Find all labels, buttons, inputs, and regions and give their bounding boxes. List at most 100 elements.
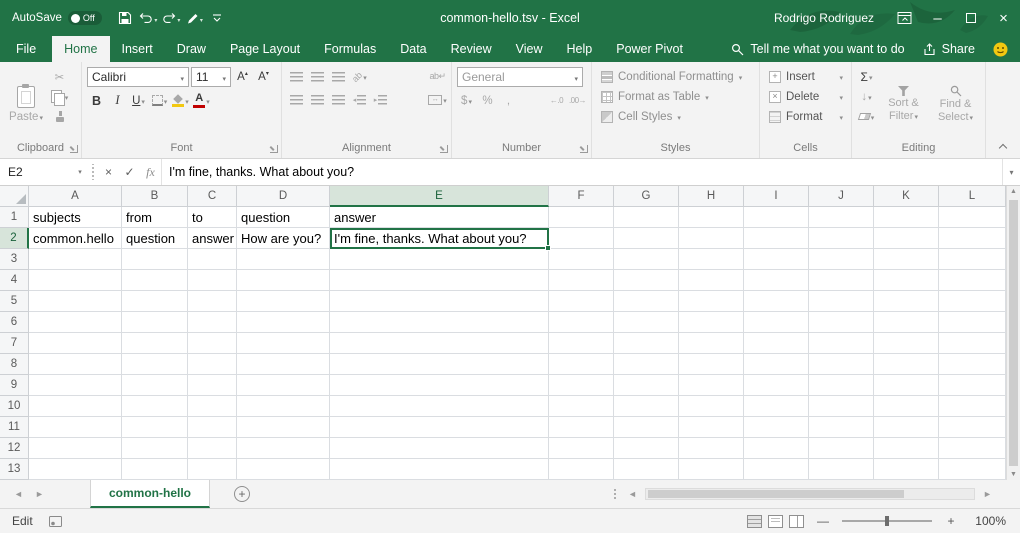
row-header-10[interactable]: 10 (0, 396, 29, 417)
row-header-5[interactable]: 5 (0, 291, 29, 312)
cell-B12[interactable] (122, 438, 188, 459)
sheet-nav-left-icon[interactable]: ◄ (8, 480, 29, 508)
cell-L9[interactable] (939, 375, 1006, 396)
row-header-2[interactable]: 2 (0, 228, 29, 249)
cell-E7[interactable] (330, 333, 549, 354)
cell-I2[interactable] (744, 228, 809, 249)
cell-B7[interactable] (122, 333, 188, 354)
cell-A8[interactable] (29, 354, 122, 375)
cell-styles-button[interactable]: Cell Styles (597, 107, 755, 126)
comma-style-button[interactable]: , (499, 91, 518, 110)
bold-button[interactable]: B (87, 91, 106, 110)
ribbon-tab-help[interactable]: Help (555, 36, 605, 62)
macro-record-icon[interactable] (49, 516, 62, 527)
cell-B3[interactable] (122, 249, 188, 270)
sheet-nav-right-icon[interactable]: ► (29, 480, 50, 508)
cell-K11[interactable] (874, 417, 939, 438)
customize-quick-access-toolbar-button[interactable] (206, 5, 229, 31)
cell-K7[interactable] (874, 333, 939, 354)
column-header-B[interactable]: B (122, 186, 188, 207)
cell-G1[interactable] (614, 207, 679, 228)
cell-J5[interactable] (809, 291, 874, 312)
name-box-dropdown-icon[interactable] (72, 168, 88, 176)
name-box[interactable]: E2 (0, 159, 88, 185)
feedback-smiley-icon[interactable] (993, 42, 1008, 57)
column-header-K[interactable]: K (874, 186, 939, 207)
align-center-button[interactable] (308, 90, 327, 109)
autosave-switch[interactable]: Off (68, 11, 102, 25)
accounting-format-button[interactable]: $ (457, 91, 476, 110)
formula-bar-splitter[interactable] (90, 164, 96, 180)
cell-A2[interactable]: common.hello (29, 228, 122, 249)
cell-D5[interactable] (237, 291, 330, 312)
ribbon-tab-formulas[interactable]: Formulas (312, 36, 388, 62)
cell-G6[interactable] (614, 312, 679, 333)
format-cells-button[interactable]: Format (765, 107, 847, 126)
copy-button[interactable] (50, 87, 69, 106)
cell-F11[interactable] (549, 417, 614, 438)
cell-E8[interactable] (330, 354, 549, 375)
align-left-button[interactable] (287, 90, 306, 109)
fill-color-button[interactable] (171, 91, 190, 110)
maximize-button[interactable] (954, 0, 987, 36)
cell-G11[interactable] (614, 417, 679, 438)
cell-E11[interactable] (330, 417, 549, 438)
cell-D9[interactable] (237, 375, 330, 396)
cell-K6[interactable] (874, 312, 939, 333)
row-header-3[interactable]: 3 (0, 249, 29, 270)
cell-C11[interactable] (188, 417, 237, 438)
save-button[interactable] (114, 5, 137, 31)
cell-H7[interactable] (679, 333, 744, 354)
decrease-font-size-button[interactable]: A (254, 68, 273, 87)
tell-me-box[interactable]: Tell me what you want to do (731, 42, 904, 56)
cell-J6[interactable] (809, 312, 874, 333)
column-header-C[interactable]: C (188, 186, 237, 207)
cell-H6[interactable] (679, 312, 744, 333)
cell-K5[interactable] (874, 291, 939, 312)
scroll-up-icon[interactable]: ▲ (1010, 188, 1017, 195)
cell-D1[interactable]: question (237, 207, 330, 228)
column-header-L[interactable]: L (939, 186, 1006, 207)
cell-K10[interactable] (874, 396, 939, 417)
cell-E12[interactable] (330, 438, 549, 459)
ribbon-tab-home[interactable]: Home (52, 36, 109, 62)
formula-input[interactable]: I'm fine, thanks. What about you? (161, 159, 1002, 185)
inking-dropdown-icon[interactable] (200, 11, 203, 25)
collapse-ribbon-button[interactable] (996, 140, 1010, 152)
tab-scroll-splitter[interactable] (612, 487, 618, 501)
cell-L7[interactable] (939, 333, 1006, 354)
cell-B9[interactable] (122, 375, 188, 396)
cell-I8[interactable] (744, 354, 809, 375)
cell-L11[interactable] (939, 417, 1006, 438)
new-sheet-button[interactable]: + (234, 486, 250, 502)
column-header-J[interactable]: J (809, 186, 874, 207)
horizontal-scrollbar-thumb[interactable] (648, 490, 904, 498)
underline-button[interactable]: U (129, 91, 148, 110)
cell-F9[interactable] (549, 375, 614, 396)
share-button[interactable]: Share (923, 42, 975, 56)
cut-button[interactable]: ✂ (50, 67, 69, 86)
cell-K9[interactable] (874, 375, 939, 396)
increase-decimal-button[interactable]: ←.0 (547, 91, 566, 110)
cell-J11[interactable] (809, 417, 874, 438)
increase-font-size-button[interactable]: A (233, 68, 252, 87)
undo-button[interactable] (137, 5, 160, 31)
cell-D3[interactable] (237, 249, 330, 270)
cell-E3[interactable] (330, 249, 549, 270)
ribbon-tab-review[interactable]: Review (439, 36, 504, 62)
cell-D4[interactable] (237, 270, 330, 291)
cell-I7[interactable] (744, 333, 809, 354)
increase-indent-button[interactable] (371, 90, 390, 109)
redo-button[interactable] (160, 5, 183, 31)
cell-A9[interactable] (29, 375, 122, 396)
cell-H12[interactable] (679, 438, 744, 459)
cell-K13[interactable] (874, 459, 939, 480)
cell-F13[interactable] (549, 459, 614, 480)
ribbon-display-options-button[interactable] (888, 0, 921, 36)
cell-A13[interactable] (29, 459, 122, 480)
cell-G3[interactable] (614, 249, 679, 270)
row-header-6[interactable]: 6 (0, 312, 29, 333)
cell-E10[interactable] (330, 396, 549, 417)
merge-center-button[interactable]: ↔ (428, 90, 447, 109)
cell-C9[interactable] (188, 375, 237, 396)
